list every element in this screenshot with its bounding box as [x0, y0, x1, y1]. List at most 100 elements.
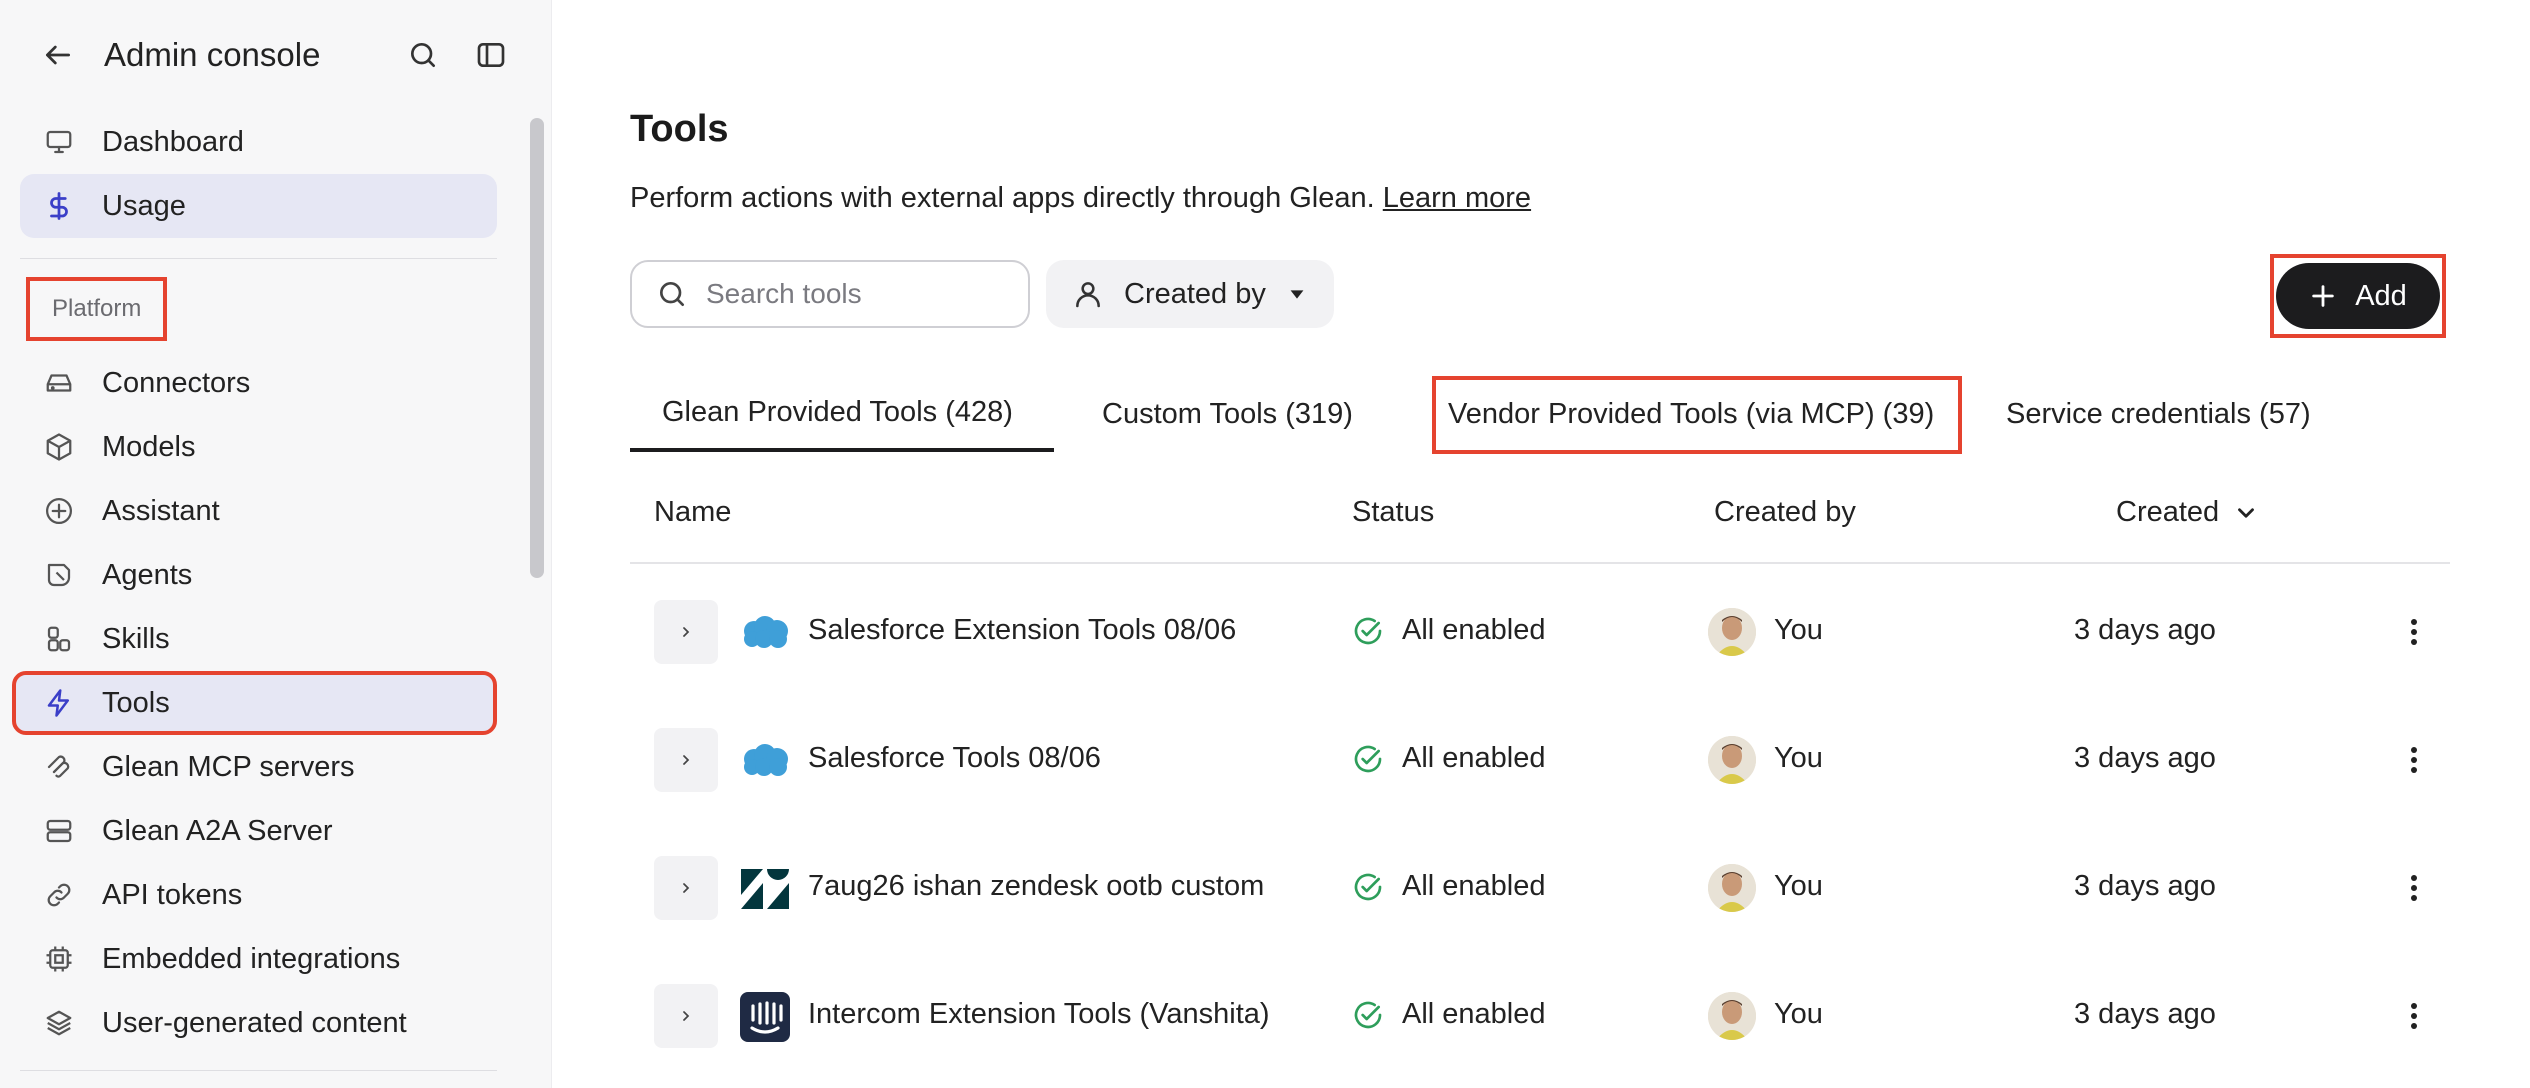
check-circle-icon	[1352, 743, 1384, 775]
avatar	[1708, 864, 1756, 912]
sidebar-item-usage[interactable]: Usage	[20, 174, 497, 238]
sidebar-item-label: Dashboard	[102, 125, 244, 158]
layers-icon	[42, 1006, 76, 1040]
column-header-status[interactable]: Status	[1352, 496, 1434, 529]
mcp-icon	[42, 750, 76, 784]
search-box[interactable]	[630, 260, 1030, 328]
sidebar-item-dashboard[interactable]: Dashboard	[20, 110, 497, 174]
sparkle-icon	[42, 494, 76, 528]
search-input[interactable]	[706, 278, 1006, 310]
page-title: Tools	[630, 108, 729, 150]
sidebar-item-label: API tokens	[102, 878, 243, 911]
tool-name[interactable]: Intercom Extension Tools (Vanshita)	[808, 998, 1270, 1031]
sidebar-item-label: Models	[102, 430, 196, 463]
tool-name[interactable]: 7aug26 ishan zendesk ootb custom	[808, 870, 1264, 903]
link-icon	[42, 878, 76, 912]
chevron-down-icon	[2233, 500, 2259, 526]
tab-custom-tools[interactable]: Custom Tools (319)	[1102, 376, 1353, 452]
avatar	[1708, 736, 1756, 784]
created-text: 3 days ago	[2074, 742, 2216, 774]
column-header-label: Created	[2116, 496, 2220, 528]
back-arrow-icon[interactable]	[38, 35, 78, 75]
expand-row-chevron-icon[interactable]	[654, 984, 718, 1048]
created-by-text: You	[1774, 742, 1823, 774]
sidebar-title: Admin console	[104, 36, 321, 73]
sidebar-header: Admin console	[0, 0, 551, 110]
sidebar-item-embedded-integrations[interactable]: Embedded integrations	[20, 927, 497, 991]
sidebar-item-glean-a2a-server[interactable]: Glean A2A Server	[20, 799, 497, 863]
table-row[interactable]: Salesforce Extension Tools 08/06 All ena…	[630, 568, 2450, 696]
tab-service-credentials[interactable]: Service credentials (57)	[2006, 376, 2311, 452]
sidebar-toggle-icon[interactable]	[467, 31, 515, 79]
sidebar-item-glean-mcp-servers[interactable]: Glean MCP servers	[20, 735, 497, 799]
created-by-text: You	[1774, 614, 1823, 646]
sidebar-item-api-tokens[interactable]: API tokens	[20, 863, 497, 927]
status-cell: All enabled	[1352, 870, 1546, 903]
add-button-highlight: Add	[2270, 254, 2446, 338]
tab-label: Glean Provided Tools (428)	[662, 395, 1013, 428]
check-circle-icon	[1352, 615, 1384, 647]
zendesk-logo-icon	[740, 864, 790, 914]
tool-name[interactable]: Salesforce Extension Tools 08/06	[808, 614, 1236, 647]
sidebar-item-label: Agents	[102, 558, 193, 591]
table-header: Name Status Created by Created	[630, 464, 2450, 564]
learn-more-link[interactable]: Learn more	[1383, 182, 1531, 214]
add-button-label: Add	[2355, 279, 2407, 312]
sidebar-item-label: Glean A2A Server	[102, 814, 333, 847]
cube-icon	[42, 430, 76, 464]
more-options-icon[interactable]	[2390, 864, 2438, 912]
dollar-icon	[42, 189, 76, 223]
sidebar-item-label: Embedded integrations	[102, 942, 401, 975]
subtitle-text: Perform actions with external apps direc…	[630, 182, 1375, 214]
sidebar-item-label: Usage	[102, 189, 186, 222]
check-circle-icon	[1352, 871, 1384, 903]
expand-row-chevron-icon[interactable]	[654, 728, 718, 792]
sidebar: Admin console Dashboard Usage Platform C…	[0, 0, 552, 1088]
sidebar-item-label: User-generated content	[102, 1006, 407, 1039]
page-subtitle: Perform actions with external apps direc…	[630, 182, 1531, 215]
search-icon[interactable]	[399, 31, 447, 79]
tab-bar: Glean Provided Tools (428) Custom Tools …	[630, 376, 2450, 454]
sidebar-bottom-divider	[20, 1070, 497, 1071]
tab-label: Service credentials (57)	[2006, 397, 2311, 430]
table-row[interactable]: Salesforce Tools 08/06 All enabled You 3…	[630, 696, 2450, 824]
sidebar-item-user-generated-content[interactable]: User-generated content	[20, 991, 497, 1055]
sidebar-item-skills[interactable]: Skills	[20, 607, 497, 671]
column-header-created[interactable]: Created	[2116, 496, 2259, 529]
sidebar-item-tools[interactable]: Tools	[12, 671, 497, 735]
agent-icon	[42, 558, 76, 592]
sidebar-item-connectors[interactable]: Connectors	[20, 351, 497, 415]
more-options-icon[interactable]	[2390, 608, 2438, 656]
sidebar-scrollbar[interactable]	[530, 118, 544, 578]
expand-row-chevron-icon[interactable]	[654, 856, 718, 920]
sidebar-item-assistant[interactable]: Assistant	[20, 479, 497, 543]
section-label-wrap: Platform	[0, 277, 551, 349]
more-options-icon[interactable]	[2390, 992, 2438, 1040]
table-row[interactable]: 7aug26 ishan zendesk ootb custom All ena…	[630, 824, 2450, 952]
status-text: All enabled	[1402, 614, 1546, 646]
column-header-name[interactable]: Name	[654, 496, 731, 529]
sidebar-item-label: Assistant	[102, 494, 220, 527]
sidebar-item-agents[interactable]: Agents	[20, 543, 497, 607]
expand-row-chevron-icon[interactable]	[654, 600, 718, 664]
add-button[interactable]: Add	[2276, 263, 2440, 329]
created-by-filter[interactable]: Created by	[1046, 260, 1334, 328]
main-content: Tools Perform actions with external apps…	[552, 0, 2530, 1088]
tool-name[interactable]: Salesforce Tools 08/06	[808, 742, 1101, 775]
column-header-created-by[interactable]: Created by	[1714, 496, 1856, 529]
nav-platform: Connectors Models Assistant Agents Skill…	[0, 351, 551, 1055]
sidebar-item-models[interactable]: Models	[20, 415, 497, 479]
salesforce-logo-icon	[740, 608, 790, 658]
avatar	[1708, 992, 1756, 1040]
status-text: All enabled	[1402, 870, 1546, 902]
more-options-icon[interactable]	[2390, 736, 2438, 784]
intercom-logo-icon	[740, 992, 790, 1042]
table-row[interactable]: Intercom Extension Tools (Vanshita) All …	[630, 952, 2450, 1080]
sidebar-item-label: Connectors	[102, 366, 251, 399]
tab-label: Vendor Provided Tools (via MCP) (39)	[1448, 397, 1935, 430]
created-by-text: You	[1774, 870, 1823, 902]
tab-glean-provided-tools[interactable]: Glean Provided Tools (428)	[630, 376, 1054, 452]
filter-label: Created by	[1124, 277, 1266, 310]
tab-vendor-provided-tools[interactable]: Vendor Provided Tools (via MCP) (39)	[1448, 376, 1934, 452]
salesforce-logo-icon	[740, 736, 790, 786]
